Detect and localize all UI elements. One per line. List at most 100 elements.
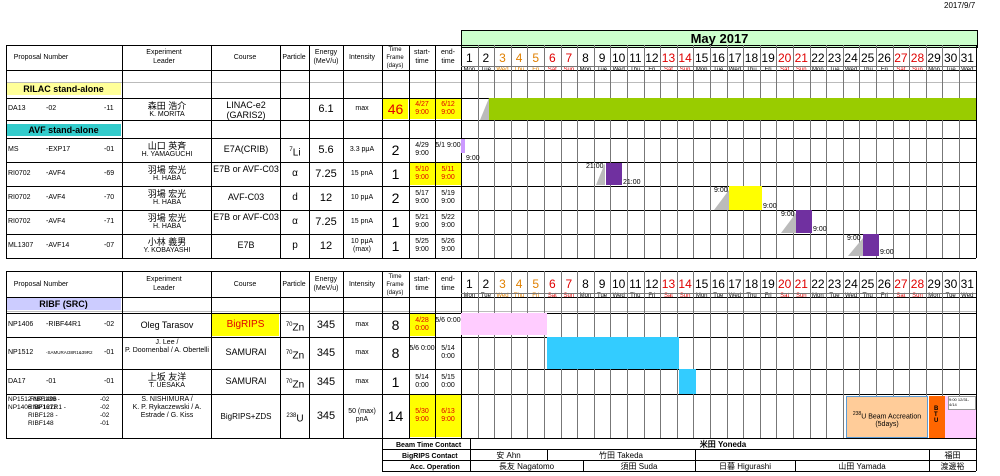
- proposal-part2: -EXP17: [46, 146, 71, 153]
- day-number: 25: [861, 277, 875, 291]
- start-time: 5/14 0:00: [415, 373, 429, 389]
- day-number: 10: [612, 277, 626, 291]
- day-number: 16: [711, 51, 725, 65]
- contact-bt-name: 米田 Yoneda: [699, 440, 747, 449]
- day-number: 4: [515, 51, 523, 65]
- grid-hline: [6, 70, 976, 71]
- time-frame-days: 2: [391, 142, 400, 158]
- start-time: 5/10 9:00: [409, 163, 435, 185]
- end-time: 5/6 0:00: [435, 317, 461, 324]
- day-number: 4: [515, 277, 523, 291]
- header-energy-2: (MeV/u): [313, 58, 339, 65]
- header-energy-1: Energy: [314, 49, 338, 56]
- leader-name-en: H. HABA: [152, 175, 181, 182]
- leader-name-jp: S. NISHIMURA /: [141, 396, 193, 403]
- grid-vline: [435, 271, 436, 438]
- bar-ribf-da17: [679, 369, 696, 394]
- end-time: 5/19 9:00: [441, 190, 455, 205]
- day-number: 17: [728, 51, 742, 65]
- day-number: 16: [711, 277, 725, 291]
- grid-hline: [6, 82, 976, 83]
- grid-vline: [382, 45, 383, 258]
- proposal-part2: -AVF4: [46, 170, 66, 177]
- bar-ribf-np1512: [547, 337, 679, 369]
- day-number: 25: [861, 51, 875, 65]
- time-frame-days: 2: [391, 190, 400, 206]
- header2-intensity: Intensity: [348, 281, 376, 288]
- start-time: 5/21 9:00: [415, 214, 429, 229]
- leader-name-jp: 森田 浩介: [147, 101, 187, 111]
- day-number: 9: [598, 277, 606, 291]
- grid-vline: [382, 438, 383, 471]
- grid-vline: [842, 271, 844, 438]
- grid-vline: [494, 45, 496, 258]
- day-number: 7: [565, 51, 573, 65]
- leader-name-en: H. YAMAGUCHI: [141, 151, 193, 158]
- grid-vline: [593, 45, 595, 258]
- section-rilac: RILAC stand-alone: [6, 83, 121, 95]
- course: SAMURAI: [225, 347, 267, 357]
- time-frame-days: 8: [391, 345, 400, 361]
- header2-start-1: start-: [414, 276, 430, 283]
- contact-br-takeda: 竹田 Takeda: [598, 451, 644, 460]
- header2-leader-2: Leader: [153, 285, 175, 292]
- leader-name-en: T. UESAKA: [149, 382, 185, 389]
- header2-start-2: time: [415, 285, 429, 292]
- grid-vline: [859, 45, 861, 258]
- intensity: 15 pnA: [350, 218, 374, 225]
- proposal-part2: -AVF4: [46, 194, 66, 201]
- day-number: 21: [794, 51, 808, 65]
- start-time: 5/30 9:00: [409, 395, 435, 437]
- time-frame-days: 46: [383, 99, 408, 119]
- ramp-ri70: [714, 190, 729, 210]
- course: AVF-C03: [227, 192, 265, 202]
- day-number: 20: [778, 51, 792, 65]
- particle: 70Zn: [285, 378, 305, 390]
- grid-hline: [461, 293, 976, 294]
- ramp-ml1307: [848, 238, 863, 256]
- grid-vline: [510, 271, 512, 438]
- proposal-part3: -01: [104, 377, 115, 385]
- time-frame-days: 1: [391, 166, 400, 182]
- grid-vline: [409, 271, 410, 438]
- header2-end-1: end-: [440, 276, 455, 283]
- grid-hline: [382, 449, 976, 450]
- ramp-rilac-da13: [480, 98, 489, 120]
- bar-avf-ms: [461, 139, 465, 153]
- contact-acc-higurashi: 日暮 Higurashi: [718, 462, 771, 471]
- grid-hline: [6, 337, 976, 338]
- energy: 12: [319, 240, 333, 252]
- grid-vline: [743, 271, 745, 438]
- header2-timeframe-3: (days): [386, 290, 404, 296]
- proposal-part3: -01: [104, 146, 115, 153]
- intensity: 10 pμA (max): [350, 238, 374, 253]
- grid-hline: [6, 297, 976, 298]
- start-time: 4/27 9:00: [409, 99, 435, 119]
- grid-vline: [211, 45, 212, 258]
- particle: 7Li: [289, 147, 301, 159]
- grid-vline: [695, 449, 696, 460]
- day-number: 27: [894, 51, 908, 65]
- day-number: 18: [744, 277, 759, 291]
- grid-hline: [382, 460, 976, 461]
- grid-vline: [461, 271, 462, 438]
- day-number: 10: [612, 51, 626, 65]
- leader-name-en: K. P. Rykaczewski / A. Estrade / G. Kiss: [132, 404, 202, 419]
- header2-timeframe-2: Frame: [386, 282, 404, 288]
- bar-avf-ri69: [606, 163, 622, 185]
- course: E7B or AVF-C03: [213, 212, 279, 222]
- proposal-part3: -11: [104, 105, 114, 112]
- grid-hline: [461, 66, 976, 67]
- grid-vline: [409, 45, 410, 258]
- grid-vline: [826, 271, 828, 438]
- day-number: 30: [944, 51, 958, 65]
- day-number: 23: [827, 51, 842, 65]
- day-number: 21: [794, 277, 808, 291]
- day-number: 2: [482, 277, 490, 291]
- energy: 12: [319, 192, 333, 204]
- ramp-ri69: [596, 163, 605, 185]
- bar-label-ml-end: 9:00: [880, 249, 894, 256]
- course: LINAC-e2 (GARIS2): [226, 100, 266, 120]
- header-proposal: Proposal Number: [13, 54, 69, 61]
- intensity: max: [355, 321, 369, 328]
